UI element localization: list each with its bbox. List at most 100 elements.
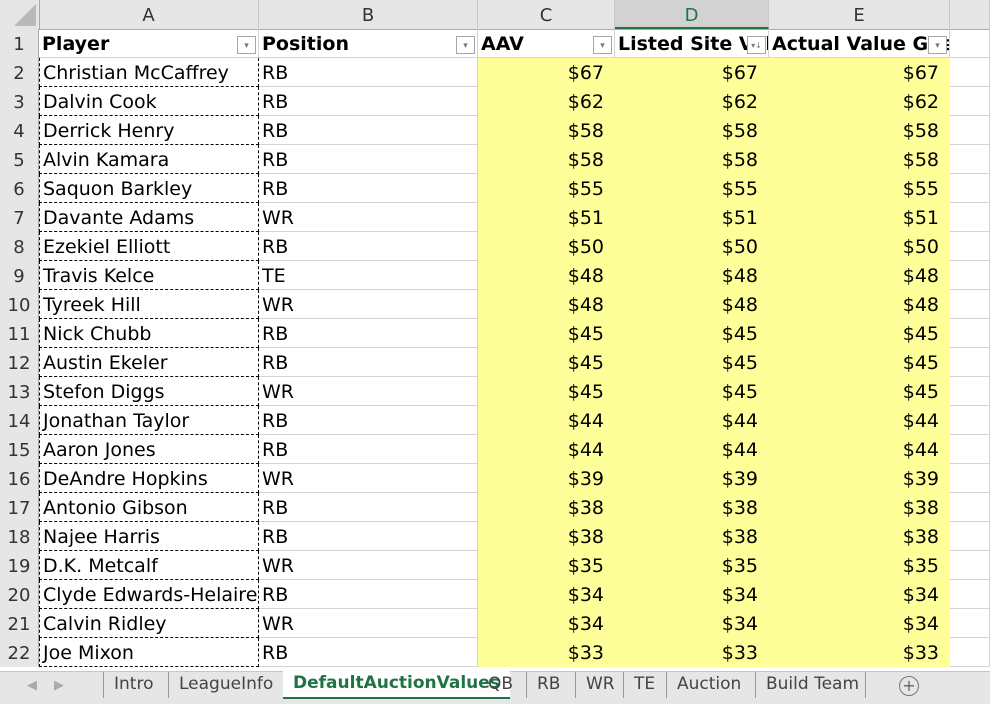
- cell-listed[interactable]: $33: [615, 638, 769, 667]
- cell-player[interactable]: Derrick Henry: [39, 116, 259, 145]
- cell-aav[interactable]: $67: [478, 58, 615, 87]
- sheet-tab-defaultauctionvalues[interactable]: DefaultAuctionValues: [283, 671, 510, 699]
- cell-player[interactable]: Calvin Ridley: [39, 609, 259, 638]
- empty-cell[interactable]: [950, 87, 990, 116]
- cell-actual[interactable]: $39: [769, 464, 950, 493]
- cell-player[interactable]: Austin Ekeler: [39, 348, 259, 377]
- cell-listed[interactable]: $35: [615, 551, 769, 580]
- column-header-e[interactable]: E: [769, 0, 950, 29]
- cell-listed[interactable]: $51: [615, 203, 769, 232]
- cell-player[interactable]: DeAndre Hopkins: [39, 464, 259, 493]
- sheet-tab-build-team[interactable]: Build Team: [755, 672, 869, 698]
- sheet-tab-intro[interactable]: Intro: [103, 672, 163, 698]
- cell-actual[interactable]: $51: [769, 203, 950, 232]
- cell-actual[interactable]: $44: [769, 406, 950, 435]
- cell-listed[interactable]: $48: [615, 290, 769, 319]
- cell-listed[interactable]: $58: [615, 145, 769, 174]
- cell-aav[interactable]: $55: [478, 174, 615, 203]
- cell-pos[interactable]: RB: [259, 174, 478, 203]
- header-cell-listed[interactable]: Listed Site Val: [615, 29, 769, 58]
- cell-player[interactable]: Stefon Diggs: [39, 377, 259, 406]
- column-header-d[interactable]: D: [615, 0, 769, 29]
- cell-pos[interactable]: RB: [259, 116, 478, 145]
- cell-player[interactable]: Joe Mixon: [39, 638, 259, 667]
- cell-aav[interactable]: $45: [478, 319, 615, 348]
- column-header-f[interactable]: [950, 0, 990, 29]
- cell-listed[interactable]: $50: [615, 232, 769, 261]
- cell-listed[interactable]: $45: [615, 377, 769, 406]
- cell-pos[interactable]: RB: [259, 435, 478, 464]
- cell-listed[interactable]: $45: [615, 348, 769, 377]
- cell-listed[interactable]: $44: [615, 406, 769, 435]
- cell-listed[interactable]: $45: [615, 319, 769, 348]
- empty-cell[interactable]: [950, 406, 990, 435]
- cell-actual[interactable]: $33: [769, 638, 950, 667]
- cell-listed[interactable]: $62: [615, 87, 769, 116]
- empty-cell[interactable]: [950, 609, 990, 638]
- cell-actual[interactable]: $58: [769, 145, 950, 174]
- empty-cell[interactable]: [950, 290, 990, 319]
- row-header[interactable]: 13: [0, 377, 39, 406]
- sheet-tab-wr[interactable]: WR: [575, 672, 625, 698]
- column-header-c[interactable]: C: [478, 0, 615, 29]
- row-header[interactable]: 2: [0, 58, 39, 87]
- cell-pos[interactable]: RB: [259, 58, 478, 87]
- cell-actual[interactable]: $35: [769, 551, 950, 580]
- dropdown-filter-icon[interactable]: ▾: [928, 36, 947, 54]
- cell-aav[interactable]: $50: [478, 232, 615, 261]
- row-header[interactable]: 1: [0, 29, 39, 58]
- cell-pos[interactable]: RB: [259, 87, 478, 116]
- cell-listed[interactable]: $38: [615, 522, 769, 551]
- dropdown-filter-icon[interactable]: ▾: [593, 36, 612, 54]
- cell-aav[interactable]: $34: [478, 609, 615, 638]
- cell-pos[interactable]: RB: [259, 348, 478, 377]
- cell-aav[interactable]: $48: [478, 290, 615, 319]
- cell-aav[interactable]: $51: [478, 203, 615, 232]
- cell-actual[interactable]: $62: [769, 87, 950, 116]
- cell-aav[interactable]: $35: [478, 551, 615, 580]
- row-header[interactable]: 15: [0, 435, 39, 464]
- cell-listed[interactable]: $38: [615, 493, 769, 522]
- cell-aav[interactable]: $33: [478, 638, 615, 667]
- empty-cell[interactable]: [950, 638, 990, 667]
- sort-descending-filter-icon[interactable]: ▾↓: [747, 36, 766, 54]
- cell-player[interactable]: D.K. Metcalf: [39, 551, 259, 580]
- cell-listed[interactable]: $55: [615, 174, 769, 203]
- cell-listed[interactable]: $58: [615, 116, 769, 145]
- cell-player[interactable]: Ezekiel Elliott: [39, 232, 259, 261]
- cell-aav[interactable]: $62: [478, 87, 615, 116]
- sheet-tab-qb[interactable]: QB: [478, 672, 523, 698]
- empty-cell[interactable]: [950, 29, 990, 58]
- row-header[interactable]: 11: [0, 319, 39, 348]
- cell-player[interactable]: Jonathan Taylor: [39, 406, 259, 435]
- row-header[interactable]: 3: [0, 87, 39, 116]
- cell-player[interactable]: Christian McCaffrey: [39, 58, 259, 87]
- empty-cell[interactable]: [950, 464, 990, 493]
- cell-actual[interactable]: $50: [769, 232, 950, 261]
- sheet-tab-auction[interactable]: Auction: [666, 672, 751, 698]
- row-header[interactable]: 5: [0, 145, 39, 174]
- cell-aav[interactable]: $38: [478, 522, 615, 551]
- cell-player[interactable]: Nick Chubb: [39, 319, 259, 348]
- cell-actual[interactable]: $58: [769, 116, 950, 145]
- cell-pos[interactable]: WR: [259, 290, 478, 319]
- cell-player[interactable]: Antonio Gibson: [39, 493, 259, 522]
- header-cell-actual[interactable]: Actual Value Gue: [769, 29, 950, 58]
- cell-aav[interactable]: $44: [478, 406, 615, 435]
- cell-pos[interactable]: RB: [259, 406, 478, 435]
- cell-aav[interactable]: $58: [478, 145, 615, 174]
- cell-listed[interactable]: $44: [615, 435, 769, 464]
- row-header[interactable]: 8: [0, 232, 39, 261]
- cell-pos[interactable]: WR: [259, 203, 478, 232]
- scroll-tabs-right-icon[interactable]: ▶: [54, 678, 64, 693]
- cell-pos[interactable]: WR: [259, 464, 478, 493]
- cell-listed[interactable]: $39: [615, 464, 769, 493]
- row-header[interactable]: 9: [0, 261, 39, 290]
- empty-cell[interactable]: [950, 493, 990, 522]
- cell-actual[interactable]: $45: [769, 377, 950, 406]
- cell-pos[interactable]: RB: [259, 493, 478, 522]
- cell-aav[interactable]: $58: [478, 116, 615, 145]
- cell-aav[interactable]: $39: [478, 464, 615, 493]
- empty-cell[interactable]: [950, 174, 990, 203]
- cell-listed[interactable]: $34: [615, 580, 769, 609]
